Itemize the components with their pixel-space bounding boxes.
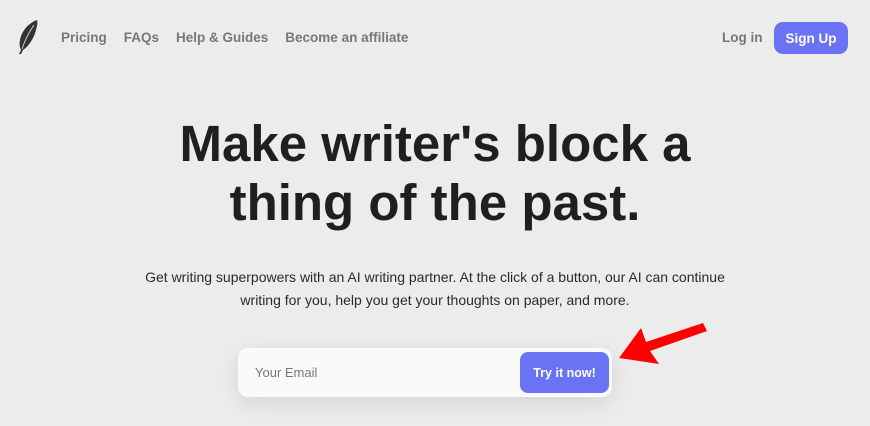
hero-subtitle: Get writing superpowers with an AI writi… — [95, 266, 775, 312]
feather-icon[interactable] — [16, 19, 40, 55]
page: Pricing FAQs Help & Guides Become an aff… — [0, 0, 870, 426]
nav-link-faqs[interactable]: FAQs — [124, 29, 159, 46]
subtitle-line-1: Get writing superpowers with an AI writi… — [145, 269, 725, 285]
login-link[interactable]: Log in — [722, 29, 763, 46]
red-arrow-icon — [619, 323, 707, 364]
nav-link-affiliate[interactable]: Become an affiliate — [285, 29, 408, 46]
try-it-now-button[interactable]: Try it now! — [520, 352, 609, 393]
navbar: Pricing FAQs Help & Guides Become an aff… — [0, 0, 870, 76]
signup-button[interactable]: Sign Up — [774, 22, 848, 54]
email-input[interactable] — [238, 348, 513, 397]
hero-headline: Make writer's block a thing of the past. — [0, 114, 870, 232]
nav-links: Pricing FAQs Help & Guides Become an aff… — [61, 29, 425, 46]
headline-line-2: thing of the past. — [229, 174, 641, 231]
nav-link-help-guides[interactable]: Help & Guides — [176, 29, 268, 46]
email-signup-form: Try it now! — [238, 348, 612, 397]
nav-link-pricing[interactable]: Pricing — [61, 29, 107, 46]
subtitle-line-2: writing for you, help you get your thoug… — [240, 292, 630, 308]
headline-line-1: Make writer's block a — [179, 115, 691, 172]
